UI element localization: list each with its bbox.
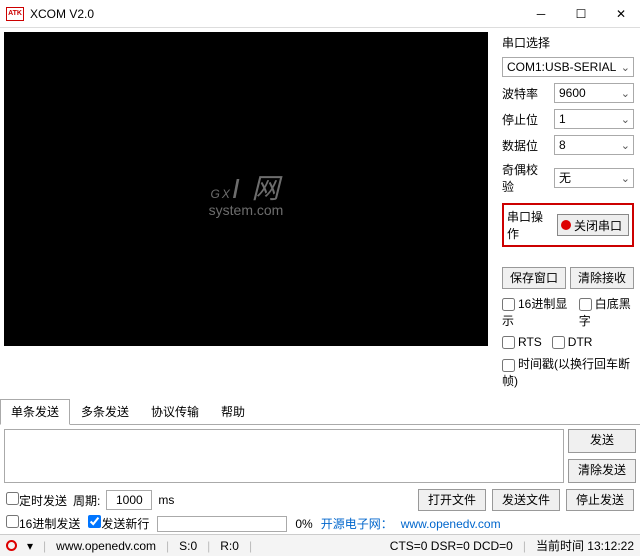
stopbit-label: 停止位: [502, 111, 548, 128]
status-sent: S:0: [179, 539, 197, 553]
parity-label: 奇偶校验: [502, 161, 548, 195]
status-bar: ▾ | www.openedv.com | S:0 | R:0 | CTS=0 …: [0, 534, 640, 556]
clear-receive-button[interactable]: 清除接收: [570, 267, 634, 289]
watermark: GXI 网 system.com: [209, 160, 284, 218]
baud-select[interactable]: 9600: [554, 83, 634, 103]
databit-label: 数据位: [502, 137, 548, 154]
tab-single-send[interactable]: 单条发送: [0, 399, 70, 425]
sidebar: 串口选择 COM1:USB-SERIAL 波特率 9600 停止位 1 数据位 …: [500, 32, 636, 391]
timestamp-check[interactable]: 时间戳(以换行回车断帧): [502, 355, 634, 389]
whitebg-check[interactable]: 白底黑字: [579, 295, 634, 329]
terminal-display: GXI 网 system.com: [4, 32, 488, 346]
record-icon: [561, 220, 571, 230]
timed-send-check[interactable]: 定时发送: [6, 492, 67, 509]
minimize-button[interactable]: ─: [528, 5, 554, 23]
tab-help[interactable]: 帮助: [210, 399, 256, 424]
send-newline-check[interactable]: 发送新行: [88, 515, 149, 532]
stop-send-button[interactable]: 停止发送: [566, 489, 634, 511]
send-input[interactable]: [4, 429, 564, 483]
rts-check[interactable]: RTS: [502, 335, 542, 349]
period-label: 周期:: [73, 492, 100, 509]
window-title: XCOM V2.0: [30, 7, 528, 21]
period-unit-label: ms: [158, 493, 174, 507]
hex-send-check[interactable]: 16进制发送: [6, 515, 80, 532]
status-icon: [6, 540, 17, 551]
stopbit-select[interactable]: 1: [554, 109, 634, 129]
baud-label: 波特率: [502, 85, 548, 102]
status-time: 当前时间 13:12:22: [536, 537, 634, 554]
maximize-button[interactable]: ☐: [568, 5, 594, 23]
site-link[interactable]: www.openedv.com: [401, 517, 501, 531]
send-button[interactable]: 发送: [568, 429, 636, 453]
hex-display-check[interactable]: 16进制显示: [502, 295, 569, 329]
close-button[interactable]: ✕: [608, 5, 634, 23]
period-input[interactable]: [106, 490, 152, 510]
send-file-button[interactable]: 发送文件: [492, 489, 560, 511]
open-file-button[interactable]: 打开文件: [418, 489, 486, 511]
send-tabs: 单条发送 多条发送 协议传输 帮助: [0, 399, 640, 425]
save-window-button[interactable]: 保存窗口: [502, 267, 566, 289]
parity-select[interactable]: 无: [554, 168, 634, 188]
site-label: 开源电子网：: [321, 515, 393, 532]
status-url[interactable]: www.openedv.com: [56, 539, 156, 553]
tab-multi-send[interactable]: 多条发送: [70, 399, 140, 424]
port-op-label: 串口操作: [507, 208, 553, 242]
progress-percent: 0%: [295, 517, 312, 531]
clear-send-button[interactable]: 清除发送: [568, 459, 636, 483]
status-signals: CTS=0 DSR=0 DCD=0: [390, 539, 513, 553]
port-toggle-button[interactable]: 关闭串口: [557, 214, 629, 236]
status-dropdown-icon[interactable]: ▾: [27, 539, 33, 553]
app-icon: ATK: [6, 7, 24, 21]
port-select-label: 串口选择: [502, 34, 634, 51]
progress-bar: [157, 516, 287, 532]
port-select[interactable]: COM1:USB-SERIAL: [502, 57, 634, 77]
titlebar: ATK XCOM V2.0 ─ ☐ ✕: [0, 0, 640, 28]
tab-protocol[interactable]: 协议传输: [140, 399, 210, 424]
status-recv: R:0: [220, 539, 239, 553]
dtr-check[interactable]: DTR: [552, 335, 593, 349]
databit-select[interactable]: 8: [554, 135, 634, 155]
